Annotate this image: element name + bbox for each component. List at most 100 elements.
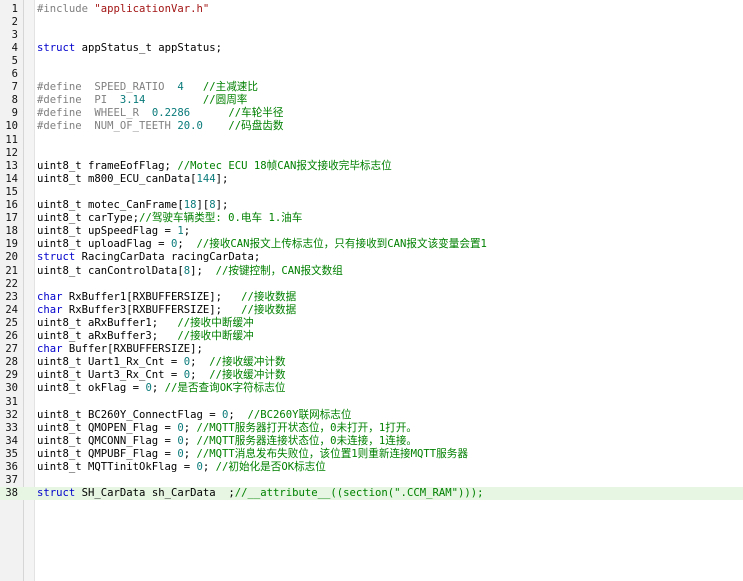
line-number: 37	[5, 474, 18, 487]
code-line[interactable]: 26 uint8_t aRxBuffer3; //接收中断缓冲	[0, 330, 743, 343]
code-editor[interactable]: 1 #include "applicationVar.h" 2 3 4 struct ap…	[0, 0, 743, 581]
code-text[interactable]: uint8_t okFlag = 0; //是否查询OK字符标志位	[37, 382, 285, 395]
line-number: 34	[5, 434, 18, 447]
code-text[interactable]: uint8_t m800_ECU_canData[144];	[37, 173, 228, 186]
code-line[interactable]: 36 uint8_t MQTTinitOkFlag = 0; //初始化是否OK标…	[0, 461, 743, 474]
code-line[interactable]: 1 #include "applicationVar.h"	[0, 3, 743, 16]
code-token: ];	[215, 172, 229, 185]
code-line[interactable]: 16 uint8_t motec_CanFrame[18][8];	[0, 199, 743, 212]
code-token: //主减速比	[183, 81, 258, 94]
code-line[interactable]: 24 char RxBuffer3[RXBUFFERSIZE]; //接收数据	[0, 304, 743, 317]
code-text[interactable]: uint8_t QMOPEN_Flag = 0; //MQTT服务器打开状态位，…	[37, 422, 417, 435]
code-text[interactable]: uint8_t QMPUBF_Flag = 0; //MQTT消息发布失败位，该…	[37, 448, 468, 461]
code-token: appStatus_t appStatus;	[75, 41, 222, 54]
code-line[interactable]: 11	[0, 134, 743, 147]
code-text[interactable]: char Buffer[RXBUFFERSIZE];	[37, 343, 203, 356]
code-line[interactable]: 27 char Buffer[RXBUFFERSIZE];	[0, 343, 743, 356]
code-lines[interactable]: 1 #include "applicationVar.h" 2 3 4 struct ap…	[0, 0, 743, 581]
code-text[interactable]: uint8_t QMCONN_Flag = 0; //MQTT服务器连接状态位，…	[37, 435, 417, 448]
code-line[interactable]: 18 uint8_t upSpeedFlag = 1;	[0, 225, 743, 238]
code-text[interactable]: uint8_t motec_CanFrame[18][8];	[37, 199, 228, 212]
line-number: 26	[5, 330, 18, 342]
code-text[interactable]: #define NUM_OF_TEETH 20.0 //码盘齿数	[37, 120, 284, 133]
code-line[interactable]: 14 uint8_t m800_ECU_canData[144];	[0, 173, 743, 186]
code-token: //MQTT服务器打开状态位，0未打开，1打开。	[196, 421, 418, 434]
code-token: SH_CarData sh_CarData ;	[75, 487, 235, 500]
code-line[interactable]: 32 uint8_t BC260Y_ConnectFlag = 0; //BC26…	[0, 409, 743, 422]
code-line[interactable]: 19 uint8_t uploadFlag = 0; //接收CAN报文上传标志位…	[0, 238, 743, 251]
code-text[interactable]: uint8_t Uart1_Rx_Cnt = 0; //接收缓冲计数	[37, 356, 286, 369]
line-number: 7	[11, 81, 18, 94]
code-token: //按键控制，CAN报文数组	[215, 264, 343, 277]
code-token: uint8_t uploadFlag =	[37, 238, 171, 251]
line-number: 8	[11, 94, 18, 107]
line-number: 20	[5, 251, 18, 264]
code-line[interactable]: 35 uint8_t QMPUBF_Flag = 0; //MQTT消息发布失败位…	[0, 448, 743, 461]
code-line[interactable]: 23 char RxBuffer1[RXBUFFERSIZE]; //接收数据	[0, 291, 743, 304]
code-text[interactable]: uint8_t frameEofFlag; //Motec ECU 18帧CAN…	[37, 160, 392, 173]
code-text[interactable]: char RxBuffer1[RXBUFFERSIZE]; //接收数据	[37, 291, 296, 304]
code-line[interactable]: 2	[0, 16, 743, 29]
code-text[interactable]: uint8_t carType;//驾驶车辆类型: 0.电车 1.油车	[37, 212, 302, 225]
code-token: ;	[151, 382, 165, 395]
code-token: uint8_t canControlData[	[37, 264, 184, 277]
code-line[interactable]: 28 uint8_t Uart1_Rx_Cnt = 0; //接收缓冲计数	[0, 356, 743, 369]
code-text[interactable]: uint8_t canControlData[8]; //按键控制，CAN报文数…	[37, 265, 343, 278]
line-number: 1	[11, 2, 18, 15]
code-line[interactable]: 15	[0, 186, 743, 199]
code-line[interactable]: 4 struct appStatus_t appStatus;	[0, 42, 743, 55]
code-line[interactable]: 29 uint8_t Uart3_Rx_Cnt = 0; //接收缓冲计数	[0, 369, 743, 382]
code-text[interactable]: uint8_t MQTTinitOkFlag = 0; //初始化是否OK标志位	[37, 461, 326, 474]
code-line[interactable]: 37	[0, 474, 743, 487]
code-line[interactable]: 8 #define PI 3.14 //圆周率	[0, 94, 743, 107]
code-token: //驾驶车辆类型: 0.电车 1.油车	[139, 212, 303, 225]
code-token: uint8_t okFlag =	[37, 382, 146, 395]
line-number: 10	[5, 120, 18, 133]
code-line[interactable]: 5	[0, 55, 743, 68]
code-token: 144	[196, 172, 216, 185]
code-text[interactable]: uint8_t BC260Y_ConnectFlag = 0; //BC260Y…	[37, 409, 352, 422]
code-text[interactable]: #include "applicationVar.h"	[37, 3, 209, 16]
code-text[interactable]: #define WHEEL_R 0.2286 //车轮半径	[37, 107, 284, 120]
code-line[interactable]: 17 uint8_t carType;//驾驶车辆类型: 0.电车 1.油车	[0, 212, 743, 225]
code-text[interactable]: struct appStatus_t appStatus;	[37, 42, 222, 55]
code-line[interactable]: 31	[0, 396, 743, 409]
code-line[interactable]: 10 #define NUM_OF_TEETH 20.0 //码盘齿数	[0, 120, 743, 133]
code-text[interactable]: uint8_t aRxBuffer3; //接收中断缓冲	[37, 330, 254, 343]
code-line[interactable]: 30 uint8_t okFlag = 0; //是否查询OK字符标志位	[0, 382, 743, 395]
code-line[interactable]: 21 uint8_t canControlData[8]; //按键控制，CAN报…	[0, 265, 743, 278]
line-number: 15	[5, 185, 18, 198]
code-line[interactable]: 7 #define SPEED_RATIO 4 //主减速比	[0, 81, 743, 94]
code-token: //MQTT服务器连接状态位，0未连接，1连接。	[196, 434, 418, 447]
code-line[interactable]: 9 #define WHEEL_R 0.2286 //车轮半径	[0, 107, 743, 120]
code-token: //MQTT消息发布失败位，该位置1则重新连接MQTT服务器	[196, 447, 468, 460]
code-line[interactable]: 12	[0, 147, 743, 160]
code-line[interactable]: 22	[0, 278, 743, 291]
code-text[interactable]: struct SH_CarData sh_CarData ;//__attrib…	[37, 487, 483, 500]
code-text[interactable]: uint8_t aRxBuffer1; //接收中断缓冲	[37, 317, 254, 330]
code-text[interactable]: #define PI 3.14 //圆周率	[37, 94, 247, 107]
code-token: Buffer[RXBUFFERSIZE];	[62, 343, 203, 356]
code-text[interactable]: struct RacingCarData racingCarData;	[37, 251, 260, 264]
line-number: 2	[11, 15, 18, 28]
code-line[interactable]: 34 uint8_t QMCONN_Flag = 0; //MQTT服务器连接状态…	[0, 435, 743, 448]
code-line[interactable]: 20 struct RacingCarData racingCarData;	[0, 251, 743, 264]
code-text[interactable]: uint8_t Uart3_Rx_Cnt = 0; //接收缓冲计数	[37, 369, 286, 382]
code-token: uint8_t QMOPEN_Flag =	[37, 421, 178, 434]
code-text[interactable]: #define SPEED_RATIO 4 //主减速比	[37, 81, 258, 94]
code-line[interactable]: 13 uint8_t frameEofFlag; //Motec ECU 18帧C…	[0, 160, 743, 173]
code-text[interactable]: char RxBuffer3[RXBUFFERSIZE]; //接收数据	[37, 304, 296, 317]
code-line[interactable]: 6	[0, 68, 743, 81]
code-line[interactable]: 33 uint8_t QMOPEN_Flag = 0; //MQTT服务器打开状态…	[0, 422, 743, 435]
code-token: struct	[37, 487, 76, 500]
code-token: 18	[183, 199, 197, 211]
code-text[interactable]: uint8_t upSpeedFlag = 1;	[37, 225, 190, 238]
code-line[interactable]: 25 uint8_t aRxBuffer1; //接收中断缓冲	[0, 317, 743, 330]
line-number: 27	[5, 343, 18, 356]
code-line[interactable]: 38 struct SH_CarData sh_CarData ;//__attr…	[0, 487, 743, 501]
code-line[interactable]: 3	[0, 29, 743, 42]
code-text[interactable]: uint8_t uploadFlag = 0; //接收CAN报文上传标志位，只…	[37, 238, 487, 251]
line-number: 25	[5, 316, 18, 329]
line-number: 31	[5, 395, 18, 408]
line-number: 23	[5, 290, 18, 303]
